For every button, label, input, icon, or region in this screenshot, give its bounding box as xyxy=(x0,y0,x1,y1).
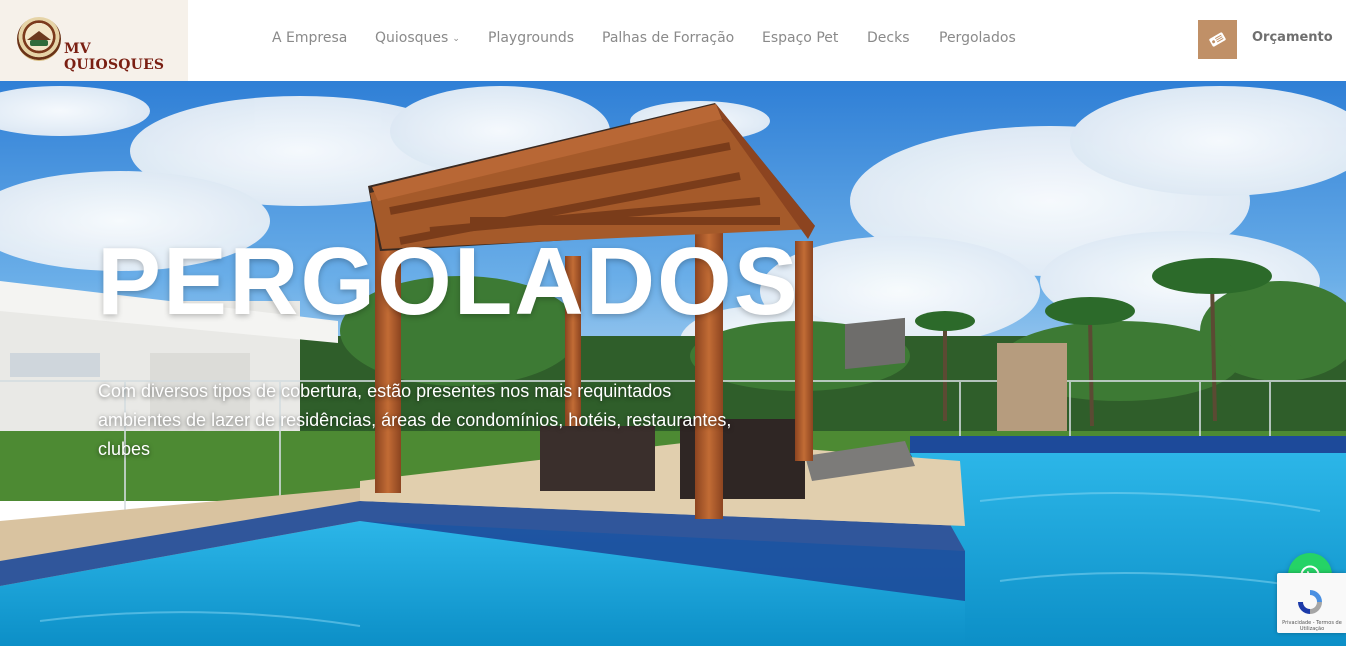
recaptcha-links[interactable]: Privacidade - Termos de Utilização xyxy=(1281,620,1343,632)
price-tag-icon xyxy=(1209,32,1226,47)
nav-item-label: Quiosques xyxy=(375,30,449,46)
quote-button[interactable] xyxy=(1198,20,1237,59)
nav-item-a-empresa[interactable]: A Empresa xyxy=(272,30,347,46)
nav-item-espaco-pet[interactable]: Espaço Pet xyxy=(762,30,838,46)
pergola-pool-photo xyxy=(0,81,1346,646)
nav-item-palhas-de-forracao[interactable]: Palhas de Forração xyxy=(602,30,734,46)
hero-subtitle: Com diversos tipos de cobertura, estão p… xyxy=(98,381,732,459)
chevron-down-icon: ⌄ xyxy=(452,34,460,44)
kiosk-emblem-icon xyxy=(17,17,61,61)
recaptcha-badge[interactable]: Privacidade - Termos de Utilização xyxy=(1277,573,1346,633)
site-header: MV QUIOSQUES A Empresa Quiosques ⌄ Playgr… xyxy=(0,0,1346,81)
brand-logo-link[interactable]: MV QUIOSQUES xyxy=(0,0,188,81)
nav-item-pergolados[interactable]: Pergolados xyxy=(939,30,1016,46)
nav-item-playgrounds[interactable]: Playgrounds xyxy=(488,30,574,46)
hero-title: PERGOLADOS xyxy=(97,228,800,335)
quote-link[interactable]: Orçamento xyxy=(1252,30,1333,45)
nav-item-quiosques[interactable]: Quiosques ⌄ xyxy=(375,30,460,46)
hero-banner: PERGOLADOS Com diversos tipos de cobertu… xyxy=(0,81,1346,646)
recaptcha-icon xyxy=(1298,590,1322,614)
brand-name: MV QUIOSQUES xyxy=(64,41,165,73)
nav-item-decks[interactable]: Decks xyxy=(867,30,910,46)
